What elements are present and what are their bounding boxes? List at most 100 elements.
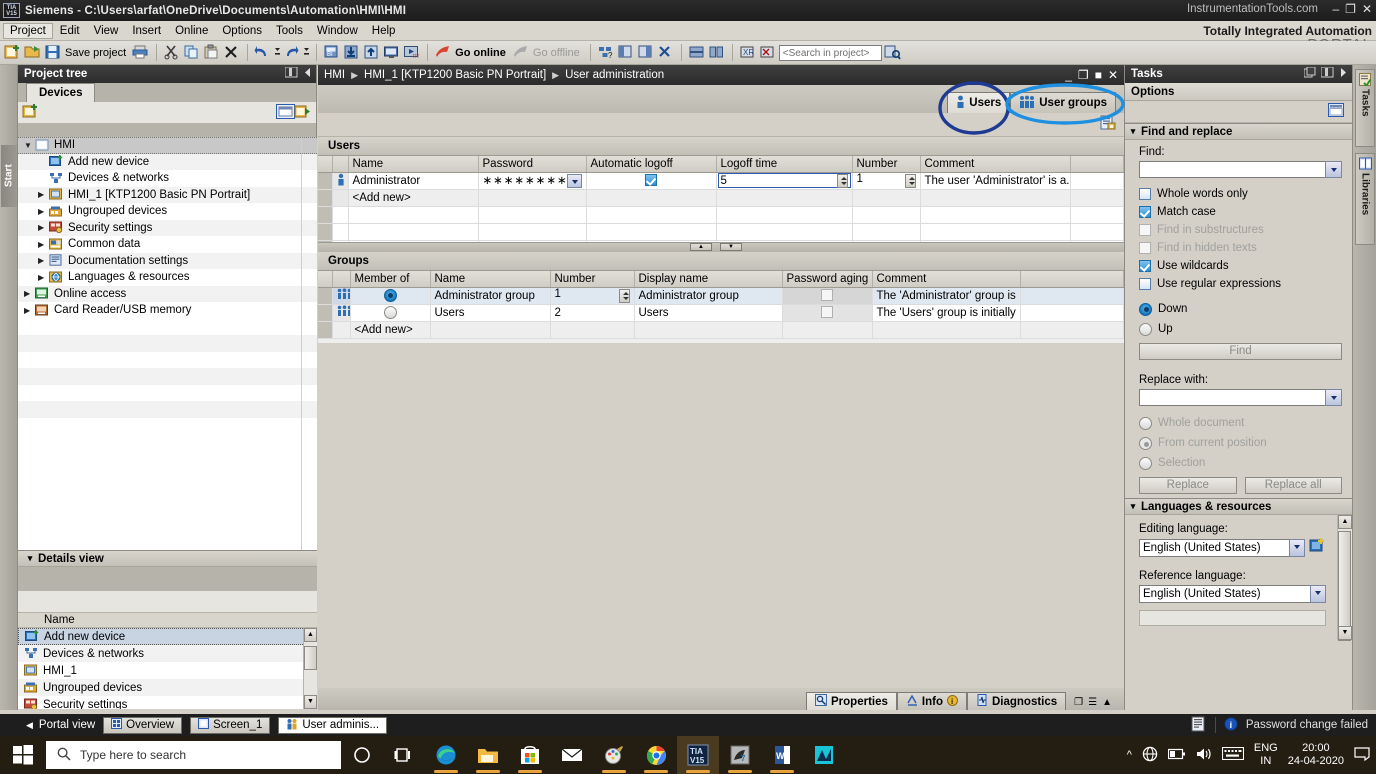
compile-icon[interactable]: BI bbox=[323, 44, 341, 62]
groups-col-member-of[interactable]: Member of bbox=[350, 271, 431, 288]
bottom-tab-properties[interactable]: Properties bbox=[806, 692, 897, 710]
tree-item-common-data[interactable]: Common data bbox=[18, 236, 317, 253]
groups-row1-marker[interactable] bbox=[318, 287, 333, 305]
number-spinner[interactable] bbox=[904, 174, 916, 188]
split-vertical-icon[interactable] bbox=[708, 44, 726, 62]
undo-icon[interactable] bbox=[254, 44, 272, 62]
match-case-checkbox[interactable] bbox=[1139, 206, 1151, 218]
details-view-row[interactable]: Security settings bbox=[18, 696, 317, 709]
tasks-collapse-icon[interactable] bbox=[1339, 67, 1348, 81]
scroll-down-icon[interactable]: ▼ bbox=[1338, 626, 1352, 640]
show-hide-left-icon[interactable] bbox=[617, 44, 635, 62]
replace-input[interactable] bbox=[1139, 389, 1325, 406]
details-view-row[interactable]: Add new device bbox=[18, 628, 317, 645]
tree-item-add-new-device[interactable]: Add new device bbox=[18, 153, 317, 170]
tree-item-devices-networks[interactable]: Devices & networks bbox=[18, 170, 317, 187]
tree-detail-view-icon[interactable] bbox=[276, 103, 295, 122]
edge-icon[interactable] bbox=[425, 736, 467, 774]
close-icon[interactable]: ✕ bbox=[1362, 2, 1372, 16]
paint-icon[interactable] bbox=[593, 736, 635, 774]
logoff-time-spinner[interactable] bbox=[836, 174, 848, 188]
automatic-logoff-checkbox[interactable] bbox=[645, 174, 657, 187]
microsoft-store-icon[interactable] bbox=[509, 736, 551, 774]
reference-language-combo[interactable]: English (United States) bbox=[1139, 585, 1326, 603]
redo-icon[interactable] bbox=[283, 44, 301, 62]
go-online-button[interactable]: Go online bbox=[455, 47, 506, 59]
keyboard-icon[interactable] bbox=[1221, 746, 1244, 763]
editor-minimize-icon[interactable]: _ bbox=[1065, 68, 1072, 82]
checkbox-use-regular-expressions[interactable]: Use regular expressions bbox=[1139, 275, 1342, 293]
menu-item-edit[interactable]: Edit bbox=[53, 23, 87, 39]
users-col-number[interactable]: Number bbox=[852, 156, 921, 173]
tia-portal-v15-icon[interactable]: TIA V15 bbox=[677, 736, 719, 774]
tia-editor-icon[interactable] bbox=[803, 736, 845, 774]
find-button[interactable]: Find bbox=[1139, 343, 1342, 360]
bottom-tab-diagnostics[interactable]: Diagnostics bbox=[966, 692, 1067, 710]
users-col-password[interactable]: Password bbox=[478, 156, 587, 173]
close-all-views-icon[interactable] bbox=[657, 44, 675, 62]
groups-col-display-name[interactable]: Display name bbox=[634, 271, 783, 288]
find-dropdown-icon[interactable] bbox=[1325, 161, 1342, 178]
member-of-radio[interactable] bbox=[383, 306, 397, 319]
groups-col-name[interactable]: Name bbox=[430, 271, 551, 288]
details-view-row[interactable]: HMI_1 bbox=[18, 662, 317, 679]
details-view-row[interactable]: Ungrouped devices bbox=[18, 679, 317, 696]
password-aging-checkbox[interactable] bbox=[821, 306, 833, 319]
groups-col-password-aging[interactable]: Password aging bbox=[782, 271, 873, 288]
tasks-float-icon[interactable] bbox=[1303, 66, 1316, 81]
scrollbar-thumb[interactable] bbox=[1338, 531, 1351, 641]
tree-item-security-settings[interactable]: Security settings bbox=[18, 219, 317, 236]
tab-users[interactable]: Users bbox=[947, 92, 1011, 113]
find-combo[interactable] bbox=[1139, 161, 1342, 178]
splitter-down-icon[interactable]: ▼ bbox=[720, 243, 742, 251]
password-aging-checkbox[interactable] bbox=[821, 289, 833, 302]
panel-dock-icon[interactable] bbox=[284, 66, 298, 81]
taskbar-search-box[interactable]: Type here to search bbox=[46, 741, 341, 769]
users-cell-number[interactable]: 1 bbox=[852, 172, 921, 190]
groups-cell-number-2[interactable]: 2 bbox=[550, 304, 635, 322]
groups-add-new-label[interactable]: <Add new> bbox=[350, 321, 431, 339]
radio-up[interactable]: Up bbox=[1139, 319, 1342, 339]
new-project-icon[interactable] bbox=[4, 44, 22, 62]
checkbox-use-wildcards[interactable]: Use wildcards bbox=[1139, 257, 1342, 275]
menu-item-view[interactable]: View bbox=[87, 23, 126, 39]
details-view-header[interactable]: ▾ Details view bbox=[18, 550, 317, 567]
copy-icon[interactable] bbox=[183, 44, 201, 62]
menu-item-online[interactable]: Online bbox=[168, 23, 215, 39]
bottom-tab-info[interactable]: Info i bbox=[896, 692, 967, 710]
cut-icon[interactable] bbox=[163, 44, 181, 62]
tab-devices[interactable]: Devices bbox=[26, 83, 96, 102]
diagnostics-search-icon[interactable]: ? bbox=[597, 44, 615, 62]
groups-cell-password-aging[interactable] bbox=[782, 287, 873, 305]
scrollbar-thumb[interactable] bbox=[304, 646, 317, 670]
mail-icon[interactable] bbox=[551, 736, 593, 774]
menu-item-help[interactable]: Help bbox=[365, 23, 403, 39]
open-tab-screen1[interactable]: Screen_1 bbox=[190, 716, 271, 734]
editor-close-icon[interactable]: ✕ bbox=[1108, 68, 1118, 82]
splitter-up-icon[interactable]: ▲ bbox=[690, 243, 712, 251]
languages-scrollbar[interactable]: ▲ ▼ bbox=[1337, 515, 1352, 641]
groups-col-comment[interactable]: Comment bbox=[872, 271, 1021, 288]
tasks-vertical-tab[interactable]: Tasks bbox=[1355, 69, 1375, 147]
users-cell-password[interactable]: ∗∗∗∗∗∗∗∗ bbox=[478, 172, 587, 190]
volume-icon[interactable] bbox=[1196, 747, 1212, 764]
cross-reference-delete-icon[interactable] bbox=[759, 44, 777, 62]
editing-language-dropdown-icon[interactable] bbox=[1289, 538, 1305, 557]
tree-item-card-reader-usb-memory[interactable]: Card Reader/USB memory bbox=[18, 302, 317, 319]
users-col-logoff-time[interactable]: Logoff time bbox=[716, 156, 853, 173]
breadcrumb-device[interactable]: HMI_1 [KTP1200 Basic PN Portrait] bbox=[364, 69, 546, 81]
breadcrumb-root[interactable]: HMI bbox=[324, 69, 345, 81]
whole-words-only-checkbox[interactable] bbox=[1139, 188, 1151, 200]
checkbox-whole-words-only[interactable]: Whole words only bbox=[1139, 185, 1342, 203]
find-input[interactable] bbox=[1139, 161, 1325, 178]
scroll-down-icon[interactable]: ▼ bbox=[304, 695, 317, 709]
groups-cell-display-name-2[interactable]: Users bbox=[634, 304, 783, 322]
delete-icon[interactable] bbox=[223, 44, 241, 62]
tray-clock[interactable]: 20:00 24-04-2020 bbox=[1288, 742, 1344, 768]
find-and-replace-section-header[interactable]: ▾ Find and replace bbox=[1125, 123, 1352, 140]
tray-expand-icon[interactable]: ^ bbox=[1127, 749, 1132, 761]
editor-maximize-icon[interactable]: ■ bbox=[1095, 68, 1102, 82]
tree-item-hmi-1-ktp1200-basic-pn-portrait[interactable]: HMI_1 [KTP1200 Basic PN Portrait] bbox=[18, 186, 317, 203]
chevron-right-icon[interactable] bbox=[38, 223, 49, 232]
users-add-new-label[interactable]: <Add new> bbox=[348, 189, 479, 207]
